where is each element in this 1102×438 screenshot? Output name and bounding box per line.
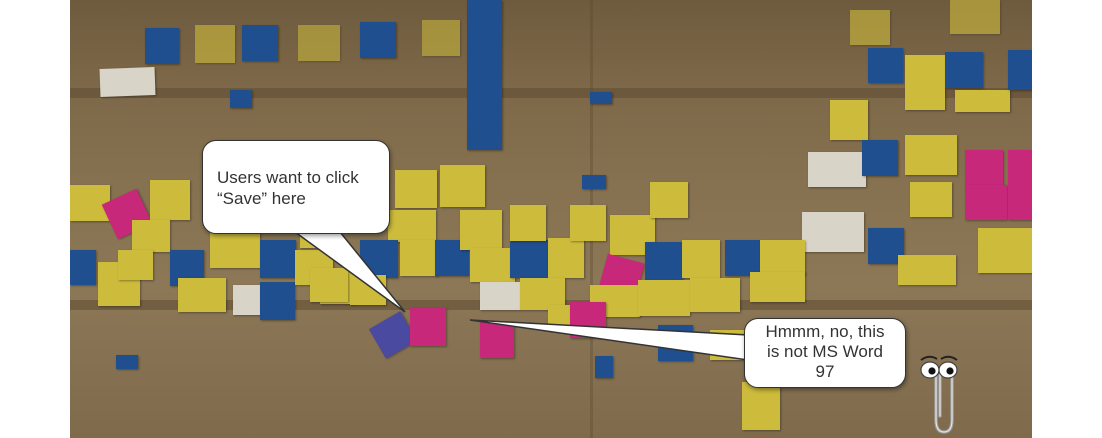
callout-text-line: 97 [815,362,835,381]
callout-text-line: is not MS Word [767,342,883,361]
image-canvas: Users want to click “Save” here Hmmm, no… [0,0,1102,438]
speech-bubble-top: Users want to click “Save” here [202,140,390,234]
speech-bubble-bottom: Hmmm, no, this is not MS Word 97 [744,318,906,388]
callout-pointer-bottom [469,319,749,361]
callout-text-line: Hmmm, no, this [765,322,885,341]
callout-text-line: “Save” here [217,189,306,208]
paperclip-assistant-icon [920,355,958,434]
callout-text-line: Users want to click [217,168,359,187]
callout-pointer-top [292,231,406,313]
